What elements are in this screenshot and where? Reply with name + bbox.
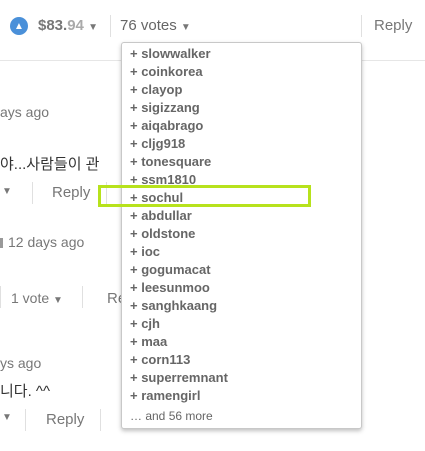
voter-item[interactable]: + tonesquare (130, 153, 361, 171)
voter-item[interactable]: + superremnant (130, 369, 361, 387)
comment-timestamp[interactable]: ys ago (0, 355, 41, 371)
voter-item[interactable]: + gogumacat (130, 261, 361, 279)
caret-down-icon[interactable]: ▼ (2, 186, 12, 197)
voter-item[interactable]: + ramengirl (130, 387, 361, 405)
highlight-box (98, 185, 311, 207)
comment-body: 니다. ^^ (0, 383, 51, 400)
voter-item[interactable]: + slowwalker (130, 45, 361, 63)
separator (110, 15, 111, 37)
upvote-chevron-icon[interactable]: ▲ (10, 17, 28, 35)
comment-timestamp[interactable]: 12 days ago (8, 234, 84, 250)
more-voters-label: … and 56 more (130, 409, 213, 423)
reply-link[interactable]: Reply (374, 17, 412, 34)
collapse-indicator[interactable] (0, 238, 3, 248)
votes-dropdown-button[interactable]: 76 votes ▼ (120, 17, 191, 34)
vote-count-button[interactable]: 1 vote ▼ (11, 290, 63, 306)
voter-item[interactable]: + leesunmoo (130, 279, 361, 297)
separator (361, 15, 362, 37)
voter-item[interactable]: + ioc (130, 243, 361, 261)
voter-item[interactable]: + cjh (130, 315, 361, 333)
separator (25, 409, 26, 431)
separator (82, 286, 83, 308)
voter-item[interactable]: + abdullar (130, 207, 361, 225)
voter-item[interactable]: + cljg918 (130, 135, 361, 153)
voter-item[interactable]: + aiqabrago (130, 117, 361, 135)
reply-link[interactable]: Reply (46, 411, 84, 428)
caret-down-icon[interactable]: ▼ (2, 412, 12, 423)
votes-count-label: 76 votes (120, 17, 177, 34)
vote-count-label: 1 vote (11, 290, 50, 306)
voters-list: + slowwalker + coinkorea + clayop + sigi… (122, 43, 361, 425)
separator (32, 182, 33, 204)
reply-link[interactable]: Reply (52, 184, 90, 201)
caret-down-icon: ▼ (53, 295, 63, 306)
voter-item[interactable]: + corn113 (130, 351, 361, 369)
voter-item[interactable]: + clayop (130, 81, 361, 99)
comment-body: 야...사람들이 관 (0, 156, 100, 173)
caret-down-icon: ▼ (88, 22, 98, 33)
voters-dropdown: + slowwalker + coinkorea + clayop + sigi… (121, 42, 362, 429)
comment-timestamp[interactable]: ays ago (0, 104, 49, 120)
payout-dollars: $83. (38, 17, 68, 34)
voter-item[interactable]: + maa (130, 333, 361, 351)
voter-item[interactable]: + sigizzang (130, 99, 361, 117)
payout-amount[interactable]: $83.94 ▼ (38, 17, 98, 34)
separator (100, 409, 101, 431)
voter-item[interactable]: + coinkorea (130, 63, 361, 81)
payout-cents: 94 (67, 17, 84, 34)
voter-item[interactable]: + oldstone (130, 225, 361, 243)
caret-down-icon: ▼ (180, 22, 191, 33)
separator (0, 286, 1, 308)
voter-item[interactable]: + sanghkaang (130, 297, 361, 315)
